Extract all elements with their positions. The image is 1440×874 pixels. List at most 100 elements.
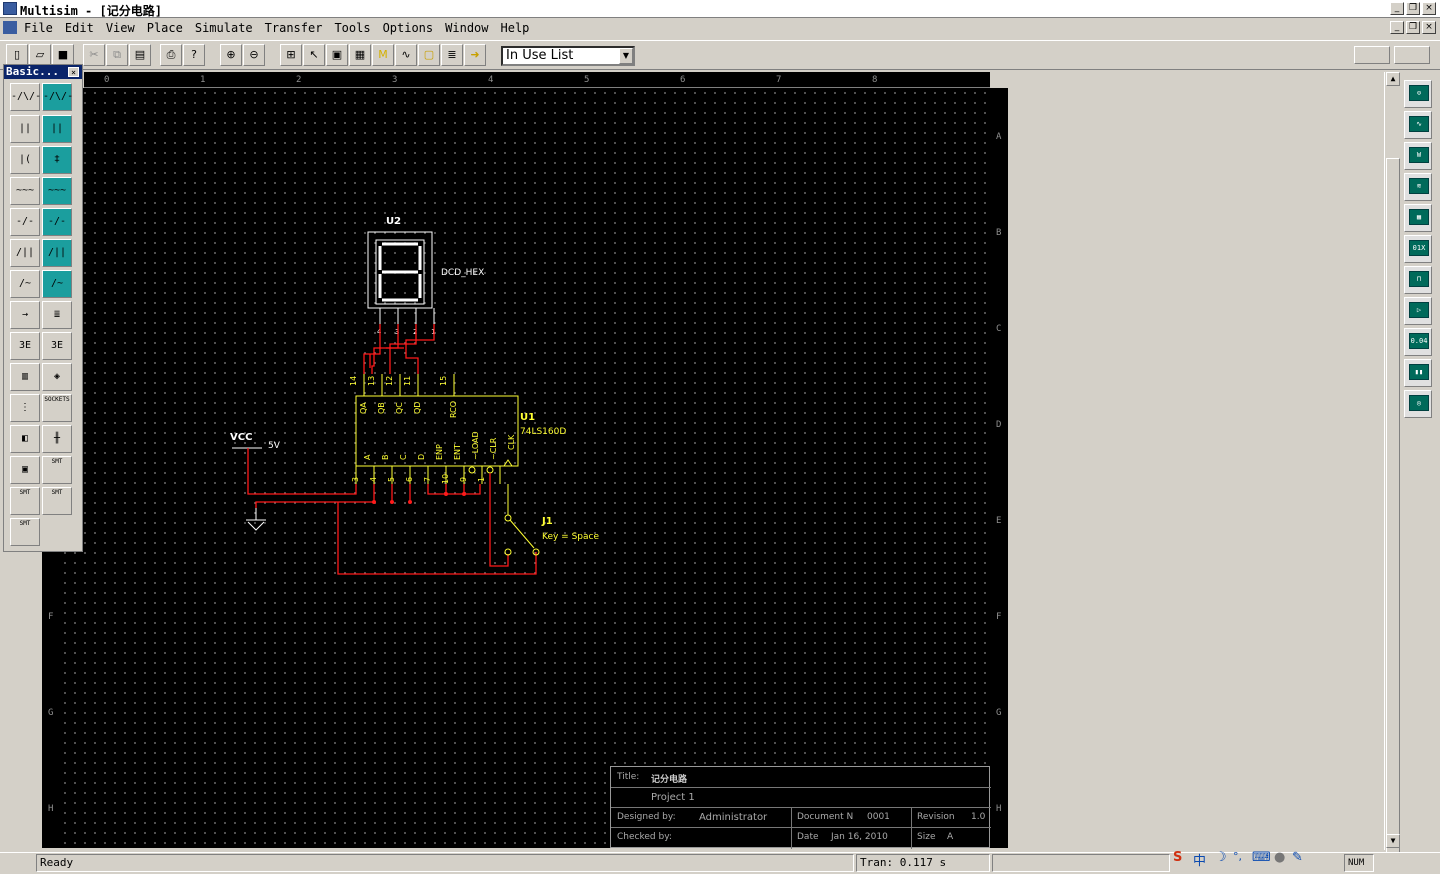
component-wizard-icon[interactable]: ↖ (303, 44, 325, 66)
parts-bin-icon[interactable]: ⊞ (280, 44, 302, 66)
schematic-sheet[interactable]: U2 DCD_HEX 4 3 2 1 U1 74LS160D 14 13 12 … (60, 88, 990, 848)
ime-chinese-icon[interactable]: 中 (1193, 850, 1206, 869)
switch-icon[interactable]: → (10, 301, 40, 329)
cut-icon[interactable]: ✂ (83, 44, 105, 66)
distortion-analyzer-icon[interactable]: 0.04 (1404, 328, 1432, 356)
variable-inductor-icon[interactable]: /~ (10, 270, 40, 298)
variable-capacitor-icon[interactable]: /|| (10, 239, 40, 267)
j1-switch[interactable] (504, 484, 540, 556)
pause-simulation-button[interactable] (1354, 46, 1390, 64)
variable-capacitor-virtual-icon[interactable]: /|| (42, 239, 72, 267)
help-icon[interactable]: ? (183, 44, 205, 66)
tools-icon[interactable]: ✎ (1292, 850, 1303, 865)
relay-icon[interactable]: ≣ (42, 301, 72, 329)
scroll-thumb[interactable] (1386, 158, 1400, 868)
smt-electrolytic-icon[interactable]: SMT (42, 487, 72, 515)
word-generator-icon[interactable]: 01X (1404, 235, 1432, 263)
keyboard-icon[interactable]: ⌨ (1252, 850, 1271, 865)
close-icon[interactable]: × (68, 67, 79, 77)
logic-analyzer-icon[interactable]: ⊓ (1404, 266, 1432, 294)
ime-moon-icon[interactable]: ☽ (1215, 850, 1227, 865)
connector-icon[interactable]: ⋮ (10, 394, 40, 422)
resistor-virtual-icon[interactable]: -/\/- (42, 83, 73, 111)
bode-plotter-icon[interactable]: ▦ (1404, 204, 1432, 232)
resistor-smt-icon[interactable]: ◧ (10, 425, 40, 453)
print-icon[interactable]: ⎙ (160, 44, 182, 66)
run-simulation-switch[interactable] (1394, 46, 1430, 64)
menu-edit[interactable]: Edit (65, 21, 100, 35)
function-generator-icon[interactable]: ∿ (1404, 111, 1432, 139)
database-icon[interactable]: ▣ (326, 44, 348, 66)
copy-icon[interactable]: ⧉ (106, 44, 128, 66)
nonlinear-transformer-icon[interactable]: 3E (42, 332, 72, 360)
variable-capacitor-icon[interactable]: ‡ (42, 146, 72, 174)
capacitor-virtual-icon[interactable]: || (42, 115, 72, 143)
inductor-icon[interactable]: ~~~ (10, 177, 40, 205)
oscilloscope-icon[interactable]: ≋ (1404, 173, 1432, 201)
ground-icon[interactable] (246, 508, 266, 531)
postprocessor-icon[interactable]: ∿ (395, 44, 417, 66)
menu-tools[interactable]: Tools (334, 21, 376, 35)
logic-converter-icon[interactable]: ▷ (1404, 297, 1432, 325)
zoom-in-icon[interactable]: ⊕ (220, 44, 242, 66)
ime-logo-icon[interactable]: S (1173, 850, 1182, 865)
doc-close-button[interactable]: × (1422, 21, 1436, 34)
chevron-down-icon[interactable]: ▼ (619, 48, 633, 64)
menu-place[interactable]: Place (147, 21, 189, 35)
basic-component-palette[interactable]: Basic... × -/\/- -/\/- || || |( ‡ ~~~ ~~… (3, 64, 83, 552)
sockets-icon[interactable]: SOCKETS (42, 394, 72, 422)
menu-view[interactable]: View (106, 21, 141, 35)
wattmeter-icon[interactable]: W (1404, 142, 1432, 170)
menu-help[interactable]: Help (501, 21, 536, 35)
meter-icon[interactable]: ▣ (10, 456, 40, 484)
potentiometer-virtual-icon[interactable]: -/- (42, 208, 72, 236)
multimeter-icon[interactable]: ⊙ (1404, 80, 1432, 108)
new-icon[interactable]: ▯ (6, 44, 28, 66)
resistor-pack-icon[interactable]: ▥ (10, 363, 40, 391)
minimize-button[interactable]: _ (1390, 2, 1404, 15)
save-icon[interactable]: ■ (52, 44, 74, 66)
transfer-icon[interactable]: ➜ (464, 44, 486, 66)
network-analyzer-icon[interactable]: ◎ (1404, 390, 1432, 418)
open-icon[interactable]: ▱ (29, 44, 51, 66)
vertical-scrollbar[interactable]: ▲ ▼ (1384, 72, 1400, 868)
resistor-icon[interactable]: -/\/- (10, 83, 41, 111)
document-icon[interactable] (3, 21, 17, 34)
variable-inductor-virtual-icon[interactable]: /~ (42, 270, 72, 298)
u1-pin: 3 (351, 477, 360, 482)
doc-restore-button[interactable]: ❐ (1406, 21, 1420, 34)
app-icon[interactable] (3, 2, 17, 15)
doc-minimize-button[interactable]: _ (1390, 21, 1404, 34)
bom-icon[interactable]: ▢ (418, 44, 440, 66)
electrolytic-capacitor-icon[interactable]: |( (10, 146, 40, 174)
schematic-drawing[interactable]: U2 DCD_HEX 4 3 2 1 U1 74LS160D 14 13 12 … (60, 88, 990, 848)
user-icon[interactable]: ● (1274, 850, 1285, 865)
smt-resistor-icon[interactable]: SMT (42, 456, 72, 484)
menu-file[interactable]: File (24, 21, 59, 35)
smt-inductor-icon[interactable]: SMT (10, 518, 40, 546)
grapher-icon[interactable]: ▦ (349, 44, 371, 66)
ucom-icon[interactable]: ◈ (42, 363, 72, 391)
menu-simulate[interactable]: Simulate (195, 21, 259, 35)
menu-window[interactable]: Window (445, 21, 494, 35)
transformer-icon[interactable]: 3E (10, 332, 40, 360)
zoom-out-icon[interactable]: ⊖ (243, 44, 265, 66)
ime-punct-icon[interactable]: °, (1233, 850, 1242, 863)
capacitor-smt-icon[interactable]: ╫ (42, 425, 72, 453)
scroll-up-icon[interactable]: ▲ (1386, 72, 1400, 86)
potentiometer-icon[interactable]: -/- (10, 208, 40, 236)
menu-transfer[interactable]: Transfer (265, 21, 329, 35)
title-block[interactable]: Title: 记分电路 Project 1 Designed by: Admin… (610, 766, 991, 849)
capacitor-icon[interactable]: || (10, 115, 40, 143)
analysis-icon[interactable]: M (372, 44, 394, 66)
restore-button[interactable]: ❐ (1406, 2, 1420, 15)
list-icon[interactable]: ≣ (441, 44, 463, 66)
close-button[interactable]: × (1422, 2, 1436, 15)
menu-options[interactable]: Options (383, 21, 440, 35)
paste-icon[interactable]: ▤ (129, 44, 151, 66)
inductor-virtual-icon[interactable]: ~~~ (42, 177, 72, 205)
in-use-list-dropdown[interactable]: In Use List ▼ (501, 46, 635, 66)
scroll-down-icon[interactable]: ▼ (1386, 834, 1400, 848)
spectrum-analyzer-icon[interactable]: ▮▮ (1404, 359, 1432, 387)
smt-capacitor-icon[interactable]: SMT (10, 487, 40, 515)
